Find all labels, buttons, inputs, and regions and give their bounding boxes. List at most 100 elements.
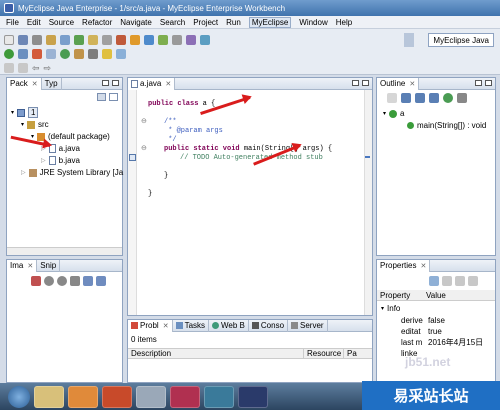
save-icon[interactable]: [18, 35, 28, 45]
minimize-icon[interactable]: [475, 80, 482, 86]
menu-search[interactable]: Search: [160, 18, 185, 27]
categories-icon[interactable]: [429, 276, 439, 286]
tree-item-jre[interactable]: ▷ JRE System Library [Ja: [21, 167, 123, 178]
mark-icon[interactable]: [116, 49, 126, 59]
fold-icon[interactable]: ⊖: [141, 144, 147, 152]
column-header-resource[interactable]: Resource: [304, 349, 344, 358]
tools-icon[interactable]: [200, 35, 210, 45]
link-editor-icon[interactable]: [109, 93, 118, 101]
highlight-icon[interactable]: [102, 49, 112, 59]
open-perspective-icon[interactable]: [404, 33, 414, 47]
zoom-out-icon[interactable]: [57, 276, 67, 286]
tree-item-b-java[interactable]: ▷ b.java: [41, 155, 80, 166]
server-icon[interactable]: [74, 35, 84, 45]
expand-icon[interactable]: ▾: [381, 305, 384, 312]
code-line-4[interactable]: */: [164, 136, 176, 144]
tab-snippets[interactable]: Snip: [37, 259, 61, 272]
menu-navigate[interactable]: Navigate: [120, 18, 152, 27]
code-line-8[interactable]: }: [148, 190, 152, 198]
tab-image-viewer[interactable]: Ima ✕: [7, 259, 38, 272]
menu-myeclipse[interactable]: MyEclipse: [248, 16, 292, 28]
browser-taskbar-icon[interactable]: [102, 385, 132, 408]
zoom-in-icon[interactable]: [44, 276, 54, 286]
image-icon[interactable]: [31, 276, 41, 286]
close-icon[interactable]: ✕: [32, 80, 38, 88]
hide-local-icon[interactable]: [443, 93, 453, 103]
view-menu-icon[interactable]: [457, 93, 467, 103]
debug-icon[interactable]: [116, 35, 126, 45]
tree-item-project[interactable]: ▾ 1: [11, 107, 39, 118]
tab-problems[interactable]: Probl ✕: [128, 319, 173, 332]
menu-file[interactable]: File: [6, 18, 19, 27]
maximize-icon[interactable]: [112, 80, 119, 86]
back-icon[interactable]: ⇦: [32, 63, 40, 74]
browser-icon[interactable]: [88, 35, 98, 45]
outline-item-method[interactable]: main(String[]) : void: [407, 120, 486, 131]
tab-properties[interactable]: Properties ✕: [377, 259, 431, 272]
column-header-property[interactable]: Property: [377, 291, 423, 300]
layout-icon[interactable]: [96, 276, 106, 286]
collapse-icon[interactable]: ▷: [21, 169, 26, 176]
search-icon[interactable]: [172, 35, 182, 45]
properties-group[interactable]: ▾ Info: [381, 303, 400, 314]
property-row[interactable]: derive false: [401, 315, 445, 326]
menu-source[interactable]: Source: [49, 18, 74, 27]
app3-taskbar-icon[interactable]: [204, 385, 234, 408]
expand-icon[interactable]: ▾: [11, 109, 14, 116]
myeclipse-taskbar-icon[interactable]: [238, 385, 268, 408]
code-line-6[interactable]: // TODO Auto-generated method stub: [180, 154, 323, 162]
filter-icon[interactable]: [442, 276, 452, 286]
code-line-3[interactable]: * @param args: [164, 127, 223, 135]
new-icon[interactable]: [4, 35, 14, 45]
maximize-icon[interactable]: [485, 80, 492, 86]
start-button[interactable]: [8, 385, 30, 408]
tab-console[interactable]: Conso: [249, 319, 289, 332]
last-edit-icon[interactable]: [18, 63, 28, 73]
code-line-2[interactable]: /**: [164, 118, 177, 126]
fold-icon[interactable]: ⊖: [141, 117, 147, 125]
tab-package-explorer[interactable]: Pack ✕: [7, 77, 42, 90]
tree-item-src[interactable]: ▾ src: [21, 119, 49, 130]
code-line-7[interactable]: }: [164, 172, 168, 180]
new-package-icon[interactable]: [74, 49, 84, 59]
tab-servers[interactable]: Server: [288, 319, 328, 332]
close-icon[interactable]: ✕: [163, 322, 169, 330]
menu-run[interactable]: Run: [226, 18, 241, 27]
tab-type-hierarchy[interactable]: Typ: [42, 77, 62, 90]
column-header-value[interactable]: Value: [423, 291, 446, 300]
collapse-icon[interactable]: ▷: [41, 157, 46, 164]
maximize-icon[interactable]: [362, 80, 369, 86]
debug-run-icon[interactable]: [18, 49, 28, 59]
code-line-5[interactable]: public static void main(String[] args) {: [164, 145, 332, 153]
hide-static-icon[interactable]: [415, 93, 425, 103]
tab-tasks[interactable]: Tasks: [173, 319, 210, 332]
sort-icon[interactable]: [387, 93, 397, 103]
code-line-1[interactable]: public class a {: [148, 100, 215, 108]
package-icon[interactable]: [130, 35, 140, 45]
collapse-all-icon[interactable]: [97, 93, 106, 101]
ant-icon[interactable]: [102, 35, 112, 45]
class-icon[interactable]: [144, 35, 154, 45]
fit-icon[interactable]: [70, 276, 80, 286]
minimize-icon[interactable]: [352, 80, 359, 86]
new-project-icon[interactable]: [46, 49, 56, 59]
tab-web-browser[interactable]: Web B: [209, 319, 249, 332]
explorer-taskbar-icon[interactable]: [34, 385, 64, 408]
column-header-path[interactable]: Pa: [344, 349, 357, 358]
expand-icon[interactable]: ▾: [31, 133, 34, 140]
advanced-icon[interactable]: [455, 276, 465, 286]
interface-icon[interactable]: [158, 35, 168, 45]
menu-help[interactable]: Help: [336, 18, 352, 27]
restore-icon[interactable]: [468, 276, 478, 286]
column-header-description[interactable]: Description: [128, 349, 304, 358]
hide-nonpublic-icon[interactable]: [429, 93, 439, 103]
menu-window[interactable]: Window: [299, 18, 327, 27]
expand-icon[interactable]: ▾: [21, 121, 24, 128]
deploy-icon[interactable]: [60, 35, 70, 45]
close-icon[interactable]: ✕: [420, 262, 426, 270]
forward-icon[interactable]: ⇨: [44, 63, 52, 74]
nav-history-icon[interactable]: [4, 63, 14, 73]
horizontal-scrollbar[interactable]: [7, 247, 122, 255]
close-icon[interactable]: ✕: [409, 80, 415, 88]
menu-project[interactable]: Project: [193, 18, 218, 27]
